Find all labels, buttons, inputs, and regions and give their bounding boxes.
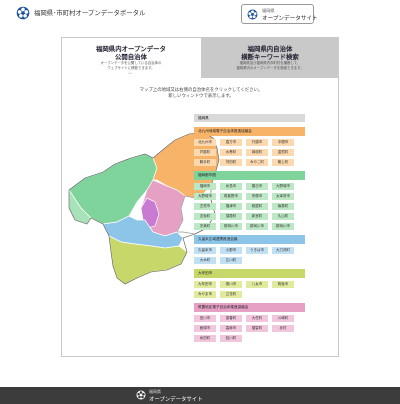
municipality-link[interactable]: 中間市 [272, 139, 294, 146]
legend-group-header: 大牟田市 [194, 269, 305, 278]
municipality-link[interactable]: 広川町 [220, 257, 242, 264]
municipality-link[interactable]: 那珂川市 [272, 223, 294, 230]
municipality-link[interactable]: みやま市 [194, 291, 216, 298]
municipality-link[interactable]: 岡垣町 [246, 149, 268, 156]
chevron-down-icon: ﹀ [128, 72, 132, 77]
municipality-link[interactable]: 大木町 [194, 257, 216, 264]
municipality-link[interactable]: 大刀洗町 [272, 247, 294, 254]
fukuoka-logo-icon [247, 9, 258, 20]
municipality-legend: 福岡県 北九州地域電子自治体推進協議会 北九州市 直方市 行橋市 中間市芦屋町 水巻町 岡垣… [194, 114, 305, 347]
site-footer: 福岡県 オープンデータサイト [0, 387, 400, 404]
site-header: 福岡県･市町村オープンデータポータル 福岡県 オープンデータサイト [0, 0, 400, 30]
legend-group-header: 筑豊地区電子自治体推進協議会 [194, 303, 305, 312]
map-instructions: マップ上の地域又は右側の自治体名をクリックしてください。 新しいウィンドウで表示… [139, 88, 263, 99]
municipality-link[interactable]: 新宮町 [246, 213, 268, 220]
municipality-link[interactable]: 芦屋町 [194, 149, 216, 156]
legend-group-header: 福岡都市圏 [194, 171, 305, 180]
municipality-link[interactable]: 宇美町 [194, 223, 216, 230]
legend-group-grid: 田川市 香春町 大任町 川崎町飯塚市 嘉麻市 福智町 赤村糸田町 桂川町 [194, 315, 305, 342]
municipality-link[interactable]: 古賀市 [194, 203, 216, 210]
legend-group-grid: 福岡市 糸島市 春日市 大野城市 大野城市 筑紫野市 宗像市 太宰府市 古賀市 福津市 粕屋町 篠栗町… [194, 183, 305, 230]
municipality-link[interactable]: 遠賀町 [272, 149, 294, 156]
legend-group-header: 北九州地域電子自治体推進協議会 [194, 127, 305, 136]
page: 福岡県･市町村オープンデータポータル 福岡県 オープンデータサイト 福岡県内オー… [0, 0, 400, 404]
municipality-link[interactable]: 香春町 [220, 315, 242, 322]
footer-line2: オープンデータサイト [149, 397, 203, 403]
fukuoka-logo-icon[interactable] [16, 6, 30, 20]
tab-description: 福岡県及び福岡県内市町村を横断して、 福岡県内のオープンデータを検索できます。 [236, 61, 304, 70]
municipality-link[interactable]: 八女市 [246, 281, 268, 288]
municipality-link[interactable]: 春日市 [246, 183, 268, 190]
municipality-link[interactable]: 志免町 [194, 213, 216, 220]
municipality-link[interactable]: 那珂川市 [246, 223, 268, 230]
tab-title-line2: 公開自治体 [115, 53, 147, 61]
municipality-link[interactable]: 北九州市 [194, 139, 216, 146]
municipality-link[interactable]: 糸田町 [194, 335, 216, 342]
municipality-link[interactable]: 柳川市 [220, 281, 242, 288]
municipality-link[interactable]: 久山町 [272, 213, 294, 220]
opendata-button-line2: オープンデータサイト [262, 16, 318, 22]
municipality-link[interactable]: 赤村 [272, 325, 294, 332]
site-title[interactable]: 福岡県･市町村オープンデータポータル [34, 8, 145, 17]
municipality-link[interactable]: 須恵町 [220, 213, 242, 220]
municipality-link[interactable]: 糸島市 [220, 183, 242, 190]
municipality-link[interactable]: 苅田町 [220, 159, 242, 166]
municipality-link[interactable]: 飯塚市 [194, 325, 216, 332]
tab-public-municipalities[interactable]: 福岡県内オープンデータ 公開自治体 オープンデータを公開している自治体の ウェブ… [62, 38, 200, 78]
main-panel: 福岡県内オープンデータ 公開自治体 オープンデータを公開している自治体の ウェブ… [61, 37, 339, 357]
municipality-link[interactable]: 福津市 [220, 203, 242, 210]
municipality-link[interactable]: 築上町 [272, 159, 294, 166]
opendata-site-button[interactable]: 福岡県 オープンデータサイト [241, 4, 318, 24]
municipality-link[interactable]: 川崎町 [272, 315, 294, 322]
municipality-link[interactable]: 行橋市 [246, 139, 268, 146]
municipality-link[interactable]: 筑紫野市 [220, 193, 242, 200]
legend-group-grid: 大牟田市 柳川市 八女市 筑後市みやま市 立花町 [194, 281, 305, 298]
municipality-link[interactable]: 大野城市 [194, 193, 216, 200]
prefecture-link[interactable]: 福岡県 [194, 114, 305, 122]
municipality-link[interactable]: 篠栗町 [272, 203, 294, 210]
municipality-link[interactable]: 粕屋町 [246, 203, 268, 210]
municipality-link[interactable]: 鞍手町 [194, 159, 216, 166]
fukuoka-logo-icon [136, 390, 146, 400]
municipality-link[interactable]: 大牟田市 [194, 281, 216, 288]
municipality-link[interactable]: 大任町 [246, 315, 268, 322]
municipality-link[interactable]: 太宰府市 [272, 193, 294, 200]
municipality-link[interactable]: 筑後市 [272, 281, 294, 288]
legend-group-header: 久留米広域連携推進会議 [194, 235, 305, 244]
legend-groups: 北九州地域電子自治体推進協議会 北九州市 直方市 行橋市 中間市芦屋町 水巻町 岡垣町 遠賀町… [194, 127, 305, 347]
municipality-link[interactable]: 那珂川市 [220, 223, 242, 230]
tab-title-line2: 横断キーワード検索 [241, 53, 299, 61]
municipality-link[interactable]: 福岡市 [194, 183, 216, 190]
municipality-link[interactable]: 水巻町 [220, 149, 242, 156]
municipality-link[interactable]: 田川市 [194, 315, 216, 322]
legend-group-grid: 北九州市 直方市 行橋市 中間市芦屋町 水巻町 岡垣町 遠賀町鞍手町 苅田町 みやこ町 築上町 [194, 139, 305, 166]
municipality-link[interactable]: みやこ町 [246, 159, 268, 166]
municipality-link[interactable]: 福智町 [246, 325, 268, 332]
municipality-link[interactable]: 久留米市 [194, 247, 216, 254]
legend-group-grid: 久留米市 小郡市 うきは市 大刀洗町大木町 広川町 [194, 247, 305, 264]
municipality-link[interactable]: 小郡市 [220, 247, 242, 254]
municipality-link[interactable]: 大野城市 [272, 183, 294, 190]
municipality-link[interactable]: 宗像市 [246, 193, 268, 200]
tab-description: オープンデータを公開している自治体の ウェブサイトに移動できます。 [100, 61, 162, 70]
municipality-link[interactable]: 桂川町 [220, 335, 242, 342]
tab-keyword-search[interactable]: 福岡県内自治体 横断キーワード検索 福岡県及び福岡県内市町村を横断して、 福岡県… [201, 38, 339, 78]
municipality-link[interactable]: 嘉麻市 [220, 325, 242, 332]
municipality-link[interactable]: 直方市 [220, 139, 242, 146]
municipality-link[interactable]: 立花町 [220, 291, 242, 298]
municipality-link[interactable]: うきは市 [246, 247, 268, 254]
